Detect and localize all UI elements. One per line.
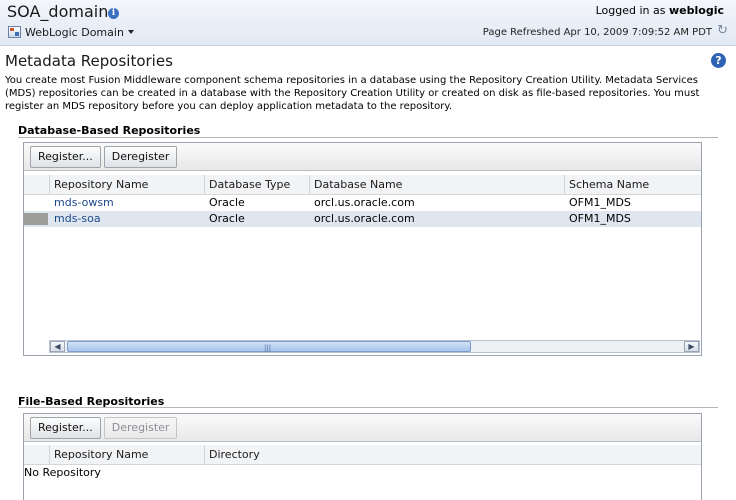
domain-title: SOA_domain	[7, 2, 109, 21]
column-header-database-name[interactable]: Database Name	[309, 175, 564, 195]
column-header-schema-name[interactable]: Schema Name	[564, 175, 702, 195]
file-toolbar: Register... Deregister	[24, 414, 701, 442]
column-header-database-type[interactable]: Database Type	[204, 175, 309, 195]
scrollbar-thumb[interactable]: |||	[67, 341, 471, 352]
database-repositories-table: Register... Deregister Repository Name D…	[23, 142, 702, 356]
register-button[interactable]: Register...	[30, 145, 101, 168]
logged-in-prefix: Logged in as	[595, 4, 666, 17]
table-header: Repository Name Directory	[24, 445, 701, 465]
column-header-directory[interactable]: Directory	[204, 445, 702, 465]
section-divider	[18, 137, 718, 138]
deregister-button[interactable]: Deregister	[103, 145, 178, 168]
schema-name-cell: OFM1_MDS	[569, 196, 631, 209]
column-header-repository-name[interactable]: Repository Name	[49, 175, 204, 195]
chevron-down-icon	[127, 30, 134, 34]
table-header: Repository Name Database Type Database N…	[24, 175, 701, 195]
empty-table-message: No Repository	[24, 466, 101, 479]
grip-icon: |||	[264, 344, 272, 352]
repository-name-link[interactable]: mds-soa	[49, 211, 101, 227]
file-repositories-table: Register... Deregister Repository Name D…	[23, 413, 702, 500]
deregister-button: Deregister	[103, 416, 178, 439]
database-repositories-title: Database-Based Repositories	[18, 124, 201, 137]
database-type-cell: Oracle	[209, 212, 245, 225]
logged-in-info: Logged in as weblogic	[596, 4, 724, 17]
database-toolbar: Register... Deregister	[24, 143, 701, 171]
weblogic-domain-icon	[8, 26, 21, 38]
help-icon[interactable]: ?	[711, 53, 726, 68]
database-name-cell: orcl.us.oracle.com	[314, 212, 415, 225]
logged-in-user: weblogic	[669, 4, 724, 17]
table-row[interactable]: mds-owsm Oracle orcl.us.oracle.com OFM1_…	[24, 195, 701, 211]
scroll-right-icon[interactable]: ▶	[684, 341, 699, 352]
row-selection-marker	[24, 213, 48, 225]
row-selector-header	[24, 175, 48, 195]
horizontal-scrollbar[interactable]: ◀ ||| ▶	[49, 340, 700, 353]
weblogic-domain-menu[interactable]: WebLogic Domain	[8, 25, 134, 39]
page-description: You create most Fusion Middleware compon…	[5, 75, 700, 112]
refresh-icon[interactable]: ↻	[717, 23, 728, 38]
domain-menu-label: WebLogic Domain	[25, 25, 124, 39]
page-refreshed-text: Page Refreshed Apr 10, 2009 7:09:52 AM P…	[482, 27, 712, 38]
page-header: SOA_domain i WebLogic Domain Logged in a…	[0, 0, 736, 46]
row-selector-header	[24, 445, 48, 465]
table-row[interactable]: mds-soa Oracle orcl.us.oracle.com OFM1_M…	[24, 211, 701, 227]
section-divider	[18, 407, 718, 408]
column-header-repository-name[interactable]: Repository Name	[49, 445, 204, 465]
page-title: Metadata Repositories	[5, 52, 173, 70]
repository-name-link[interactable]: mds-owsm	[49, 195, 114, 211]
schema-name-cell: OFM1_MDS	[569, 212, 631, 225]
register-button[interactable]: Register...	[30, 416, 101, 439]
database-type-cell: Oracle	[209, 196, 245, 209]
info-icon[interactable]: i	[108, 8, 119, 19]
scroll-left-icon[interactable]: ◀	[50, 341, 65, 352]
database-name-cell: orcl.us.oracle.com	[314, 196, 415, 209]
